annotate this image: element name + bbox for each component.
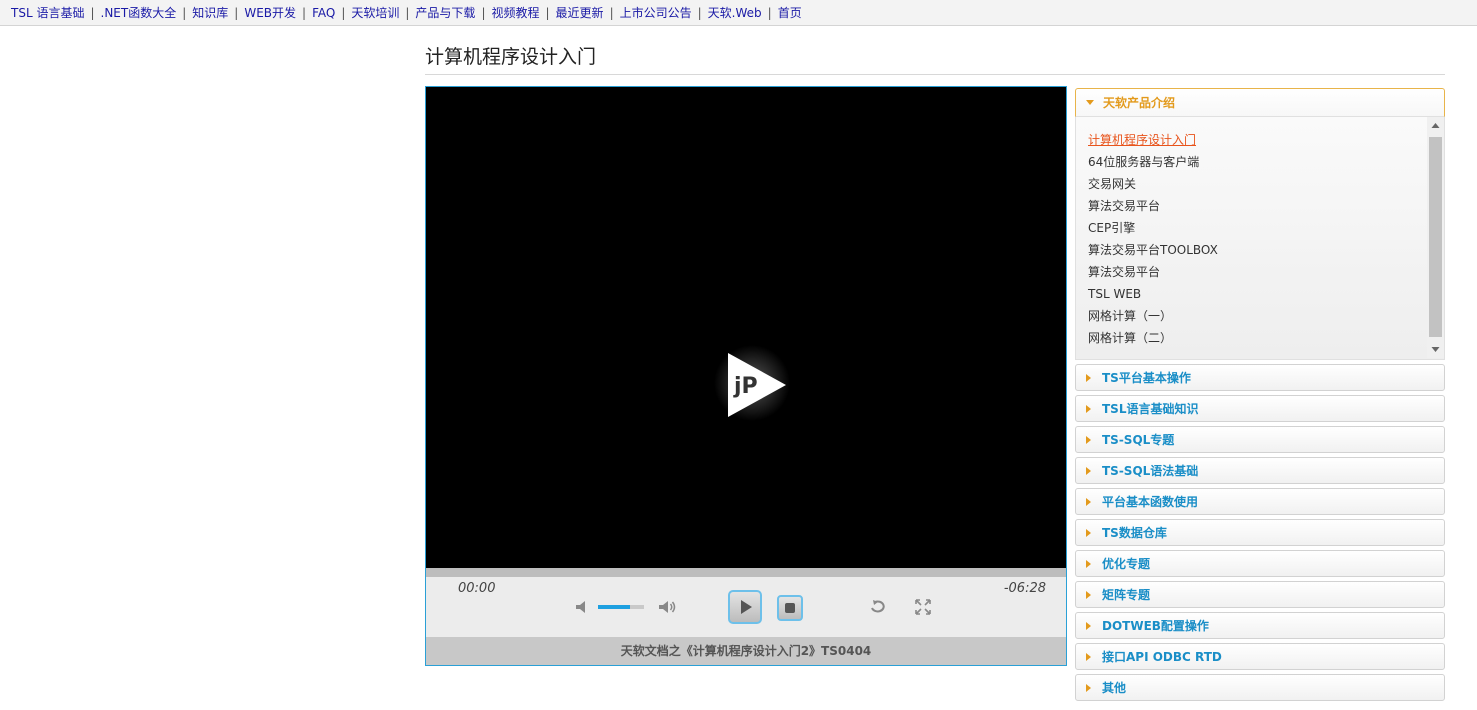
panel-header[interactable]: TS-SQL语法基础 [1075, 457, 1445, 484]
time-elapsed: 00:00 [458, 581, 496, 596]
panel-label: 天软产品介绍 [1103, 96, 1176, 110]
triangle-right-icon [1086, 404, 1091, 413]
nav-separator: | [545, 5, 550, 20]
panel-label: TS-SQL专题 [1102, 433, 1175, 447]
category-accordion: 天软产品介绍 计算机程序设计入门 64位服务器与客户端 交易网关 算法交易平台 CEP引… [1075, 88, 1445, 705]
video-player: jP 00:00 -06:28 天软文档之《计算机程序设计入门2》TS0404 [425, 86, 1067, 666]
jp-play-logo-icon[interactable]: jP [712, 343, 792, 423]
nav-link[interactable]: 产品与下载 [415, 4, 475, 21]
nav-link[interactable]: 知识库 [192, 4, 228, 21]
document-item[interactable]: 交易网关 [1088, 173, 1218, 195]
document-item[interactable]: 网格计算（一） [1088, 305, 1218, 327]
panel-list: TS平台基本操作 TSL语言基础知识 TS-SQL专题 TS-SQL语法基础 平台基本函… [1075, 364, 1445, 701]
triangle-right-icon [1086, 373, 1091, 382]
nav-separator: | [341, 5, 346, 20]
nav-separator: | [90, 5, 95, 20]
nav-separator: | [234, 5, 239, 20]
panel-label: 其他 [1102, 681, 1127, 695]
triangle-right-icon [1086, 435, 1091, 444]
document-item[interactable]: 计算机程序设计入门 [1088, 129, 1218, 151]
nav-link[interactable]: 首页 [778, 4, 802, 21]
nav-separator: | [481, 5, 486, 20]
panel-label: TS-SQL语法基础 [1102, 464, 1199, 478]
panel-header[interactable]: 矩阵专题 [1075, 581, 1445, 608]
nav-link[interactable]: TSL 语言基础 [11, 4, 84, 21]
document-item[interactable]: CEP引擎 [1088, 217, 1218, 239]
nav-separator: | [697, 5, 702, 20]
speaker-volume-icon[interactable] [658, 598, 678, 616]
panel-label: DOTWEB配置操作 [1102, 619, 1209, 633]
stop-icon [785, 603, 795, 613]
panel-label: 接口API ODBC RTD [1102, 650, 1222, 664]
scrollbar[interactable] [1427, 117, 1444, 358]
panel-label: 平台基本函数使用 [1102, 495, 1199, 509]
nav-separator: | [609, 5, 614, 20]
scroll-thumb[interactable] [1429, 137, 1442, 337]
document-list: 计算机程序设计入门 64位服务器与客户端 交易网关 算法交易平台 CEP引擎 算法交易平台… [1088, 129, 1218, 349]
svg-text:jP: jP [733, 374, 758, 399]
fullscreen-icon[interactable] [915, 599, 931, 615]
nav-link[interactable]: 上市公司公告 [620, 4, 692, 21]
document-item[interactable]: 网格计算（二） [1088, 327, 1218, 349]
triangle-right-icon [1086, 590, 1091, 599]
title-divider [425, 74, 1445, 75]
volume-level [598, 605, 631, 609]
nav-separator: | [767, 5, 772, 20]
document-item[interactable]: 算法交易平台 [1088, 261, 1218, 283]
document-item[interactable]: TSL WEB [1088, 283, 1218, 305]
triangle-right-icon [1086, 528, 1091, 537]
panel-header[interactable]: TS数据仓库 [1075, 519, 1445, 546]
loop-icon[interactable] [868, 599, 888, 615]
panel-label: TS平台基本操作 [1102, 371, 1191, 385]
speaker-mute-icon[interactable] [574, 599, 590, 615]
page-title: 计算机程序设计入门 [425, 46, 597, 68]
panel-header-active[interactable]: 天软产品介绍 [1075, 88, 1445, 117]
triangle-right-icon [1086, 497, 1091, 506]
panel-header[interactable]: TS平台基本操作 [1075, 364, 1445, 391]
triangle-right-icon [1086, 621, 1091, 630]
panel-header[interactable]: 接口API ODBC RTD [1075, 643, 1445, 670]
play-icon [741, 600, 752, 614]
panel-header[interactable]: 平台基本函数使用 [1075, 488, 1445, 515]
triangle-right-icon [1086, 683, 1091, 692]
scroll-down-arrow-icon[interactable] [1427, 341, 1444, 358]
nav-link[interactable]: 最近更新 [556, 4, 604, 21]
panel-body: 计算机程序设计入门 64位服务器与客户端 交易网关 算法交易平台 CEP引擎 算法交易平台… [1075, 117, 1445, 360]
scroll-up-arrow-icon[interactable] [1427, 117, 1444, 134]
panel-label: 矩阵专题 [1102, 588, 1151, 602]
player-controls: 00:00 -06:28 [426, 577, 1066, 637]
stop-button[interactable] [777, 595, 803, 621]
nav-separator: | [302, 5, 307, 20]
triangle-right-icon [1086, 466, 1091, 475]
document-item[interactable]: 算法交易平台TOOLBOX [1088, 239, 1218, 261]
video-area[interactable]: jP [426, 87, 1066, 568]
nav-link[interactable]: 天软培训 [351, 4, 399, 21]
panel-label: TS数据仓库 [1102, 526, 1167, 540]
document-item[interactable]: 算法交易平台 [1088, 195, 1218, 217]
volume-slider[interactable] [598, 605, 644, 609]
panel-header[interactable]: TS-SQL专题 [1075, 426, 1445, 453]
nav-link[interactable]: .NET函数大全 [101, 4, 177, 21]
nav-link[interactable]: FAQ [312, 6, 335, 20]
panel-header[interactable]: 其他 [1075, 674, 1445, 701]
triangle-right-icon [1086, 652, 1091, 661]
nav-separator: | [182, 5, 187, 20]
nav-link[interactable]: 天软.Web [708, 4, 762, 21]
panel-header[interactable]: DOTWEB配置操作 [1075, 612, 1445, 639]
video-caption: 天软文档之《计算机程序设计入门2》TS0404 [426, 637, 1066, 665]
top-navigation: TSL 语言基础 | .NET函数大全 | 知识库 | WEB开发 | FAQ | 天软培训 | 产品与… [0, 0, 1477, 26]
document-item[interactable]: 64位服务器与客户端 [1088, 151, 1218, 173]
panel-header[interactable]: TSL语言基础知识 [1075, 395, 1445, 422]
panel-label: 优化专题 [1102, 557, 1151, 571]
nav-link[interactable]: 视频教程 [491, 4, 539, 21]
triangle-right-icon [1086, 559, 1091, 568]
nav-link[interactable]: WEB开发 [244, 4, 296, 21]
time-remaining: -06:28 [1003, 581, 1046, 596]
panel-header[interactable]: 优化专题 [1075, 550, 1445, 577]
triangle-down-icon [1086, 100, 1094, 105]
nav-separator: | [405, 5, 410, 20]
panel-label: TSL语言基础知识 [1102, 402, 1199, 416]
play-button[interactable] [728, 590, 762, 624]
seek-bar[interactable] [426, 568, 1066, 577]
